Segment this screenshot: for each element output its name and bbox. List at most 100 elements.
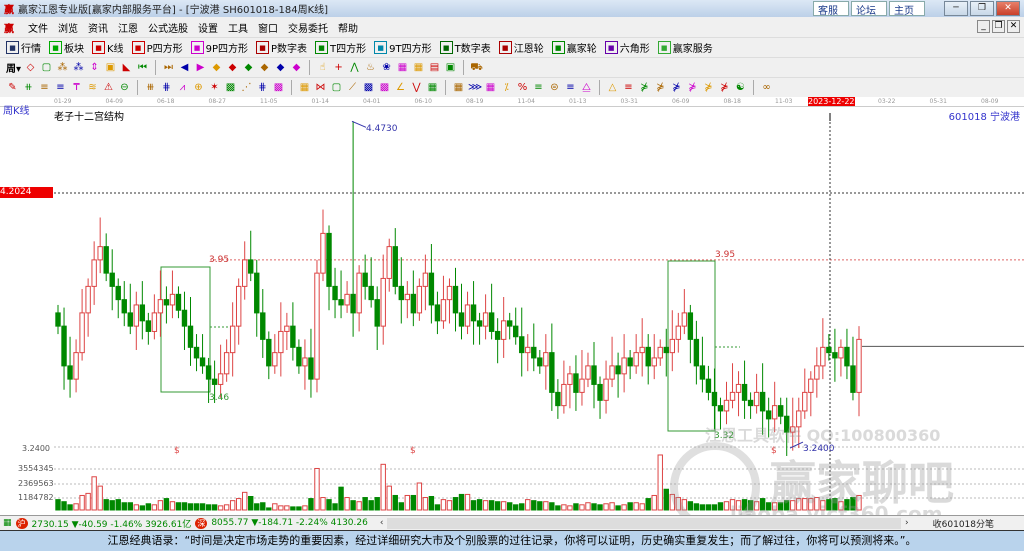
- tool-icon[interactable]: ◇: [24, 61, 37, 74]
- tool-icon[interactable]: ≡: [54, 81, 67, 94]
- tool-icon[interactable]: ⋡: [638, 81, 651, 94]
- chart-canvas[interactable]: $ $ $: [0, 107, 1024, 515]
- tool-icon[interactable]: ⚠: [102, 81, 115, 94]
- tool-icon[interactable]: ◆: [226, 61, 239, 74]
- tool-icon[interactable]: ⧺: [22, 81, 35, 94]
- tool-icon[interactable]: ⋙: [468, 81, 482, 94]
- tool-icon[interactable]: ⋈: [314, 81, 327, 94]
- tool-icon[interactable]: ≡: [622, 81, 635, 94]
- tool-icon[interactable]: ▩: [224, 81, 237, 94]
- tool-icon[interactable]: ▦: [412, 61, 425, 74]
- tool-icon[interactable]: ⋰: [240, 81, 253, 94]
- tool-icon[interactable]: ⊕: [192, 81, 205, 94]
- tool-icon[interactable]: ⏭: [162, 61, 175, 74]
- horizontal-scrollbar[interactable]: [387, 517, 902, 529]
- tool-icon[interactable]: ◣: [120, 61, 133, 74]
- tool-icon[interactable]: ◆: [290, 61, 303, 74]
- tool-icon[interactable]: ◆: [242, 61, 255, 74]
- tool-icon[interactable]: ⊖: [118, 81, 131, 94]
- tool-icon[interactable]: ≡: [532, 81, 545, 94]
- tool-icon[interactable]: ≋: [86, 81, 99, 94]
- tool-icon[interactable]: ≡: [38, 81, 51, 94]
- scroll-left-button[interactable]: ‹: [380, 518, 384, 528]
- tool-icon[interactable]: ⛟: [470, 61, 483, 74]
- tool-icon[interactable]: ❀: [380, 61, 393, 74]
- tool-icon[interactable]: +: [332, 61, 345, 74]
- close-button[interactable]: ✕: [996, 1, 1020, 16]
- link-support[interactable]: 客服: [813, 1, 849, 17]
- tool-icon[interactable]: %: [516, 81, 529, 94]
- tool-icon[interactable]: ⋡: [670, 81, 683, 94]
- toolbar-button-5[interactable]: ■ P数字表: [256, 40, 307, 55]
- tool-icon[interactable]: ▩: [272, 81, 285, 94]
- toolbar-button-4[interactable]: ■ 9P四方形: [190, 40, 248, 55]
- menu-item-6[interactable]: 工具: [228, 20, 248, 35]
- tool-icon[interactable]: ⧋: [580, 81, 593, 94]
- tool-icon[interactable]: ♨: [364, 61, 377, 74]
- tool-icon[interactable]: ⩘: [176, 81, 189, 94]
- menu-item-1[interactable]: 浏览: [58, 20, 78, 35]
- tool-icon[interactable]: ◀: [178, 61, 191, 74]
- tool-icon[interactable]: ⁂: [72, 61, 85, 74]
- toolbar-button-8[interactable]: ■ T数字表: [439, 40, 491, 55]
- tool-icon[interactable]: ⋡: [686, 81, 699, 94]
- toolbar-button-2[interactable]: ■ K线: [92, 40, 124, 55]
- toolbar-button-10[interactable]: ■ 赢家轮: [551, 40, 597, 55]
- toolbar-button-9[interactable]: ■ 江恩轮: [498, 40, 544, 55]
- tool-icon[interactable]: ▦: [298, 81, 311, 94]
- tool-icon[interactable]: ⋡: [718, 81, 731, 94]
- tool-icon[interactable]: ✶: [208, 81, 221, 94]
- tool-icon[interactable]: ▦: [452, 81, 465, 94]
- tool-icon[interactable]: ▣: [104, 61, 117, 74]
- tool-icon[interactable]: ₸: [70, 81, 83, 94]
- link-home[interactable]: 主页: [889, 1, 925, 17]
- toolbar-button-3[interactable]: ■ P四方形: [131, 40, 183, 55]
- tool-icon[interactable]: ☯: [734, 81, 747, 94]
- menu-item-5[interactable]: 设置: [198, 20, 218, 35]
- tool-icon[interactable]: ⋕: [256, 81, 269, 94]
- toolbar-button-11[interactable]: ■ 六角形: [604, 40, 650, 55]
- tool-icon[interactable]: ⟋: [346, 81, 359, 94]
- mdi-close-button[interactable]: ✕: [1007, 20, 1020, 33]
- tool-icon[interactable]: ⋡: [654, 81, 667, 94]
- link-forum[interactable]: 论坛: [851, 1, 887, 17]
- tool-icon[interactable]: ⁒: [500, 81, 513, 94]
- tool-icon[interactable]: ◆: [274, 61, 287, 74]
- tool-icon[interactable]: △: [606, 81, 619, 94]
- restore-button[interactable]: ❐: [970, 1, 994, 16]
- menu-item-0[interactable]: 文件: [28, 20, 48, 35]
- tool-icon[interactable]: ▦: [484, 81, 497, 94]
- tool-icon[interactable]: ▣: [444, 61, 457, 74]
- toolbar-button-12[interactable]: ■ 赢家服务: [657, 40, 713, 55]
- tool-icon[interactable]: ⋕: [160, 81, 173, 94]
- tool-icon[interactable]: ⋀: [348, 61, 361, 74]
- minimize-button[interactable]: ─: [944, 1, 968, 16]
- tool-icon[interactable]: ⧻: [144, 81, 157, 94]
- menu-item-2[interactable]: 资讯: [88, 20, 108, 35]
- tool-icon[interactable]: ☝: [316, 61, 329, 74]
- tool-icon[interactable]: ◆: [258, 61, 271, 74]
- scroll-right-button[interactable]: ›: [905, 518, 909, 528]
- tool-icon[interactable]: ▩: [362, 81, 375, 94]
- toolbar-button-7[interactable]: ■ 9T四方形: [374, 40, 432, 55]
- tool-icon[interactable]: ▢: [330, 81, 343, 94]
- tool-icon[interactable]: ▤: [428, 61, 441, 74]
- tool-icon[interactable]: ▦: [396, 61, 409, 74]
- tool-icon[interactable]: ∠: [394, 81, 407, 94]
- menu-item-4[interactable]: 公式选股: [148, 20, 188, 35]
- tool-icon[interactable]: ▢: [40, 61, 53, 74]
- calculator-icon[interactable]: ▦: [3, 518, 12, 528]
- toolbar-button-6[interactable]: ■ T四方形: [315, 40, 366, 55]
- tool-icon[interactable]: ≡: [564, 81, 577, 94]
- tool-icon[interactable]: ▩: [378, 81, 391, 94]
- tool-icon[interactable]: ⊜: [548, 81, 561, 94]
- menu-item-8[interactable]: 交易委托: [288, 20, 328, 35]
- menu-item-9[interactable]: 帮助: [338, 20, 358, 35]
- menu-item-7[interactable]: 窗口: [258, 20, 278, 35]
- kline-chart[interactable]: $ $ $ 周K线 老子十二宫结构 601018 宁波港 4.2024 4.4730…: [0, 106, 1024, 532]
- tool-icon[interactable]: ⏮: [136, 61, 149, 74]
- period-select[interactable]: 周▾: [6, 60, 21, 75]
- tool-icon[interactable]: ▶: [194, 61, 207, 74]
- toolbar-button-0[interactable]: ■ 行情: [6, 40, 41, 55]
- tool-icon[interactable]: ⋁: [410, 81, 423, 94]
